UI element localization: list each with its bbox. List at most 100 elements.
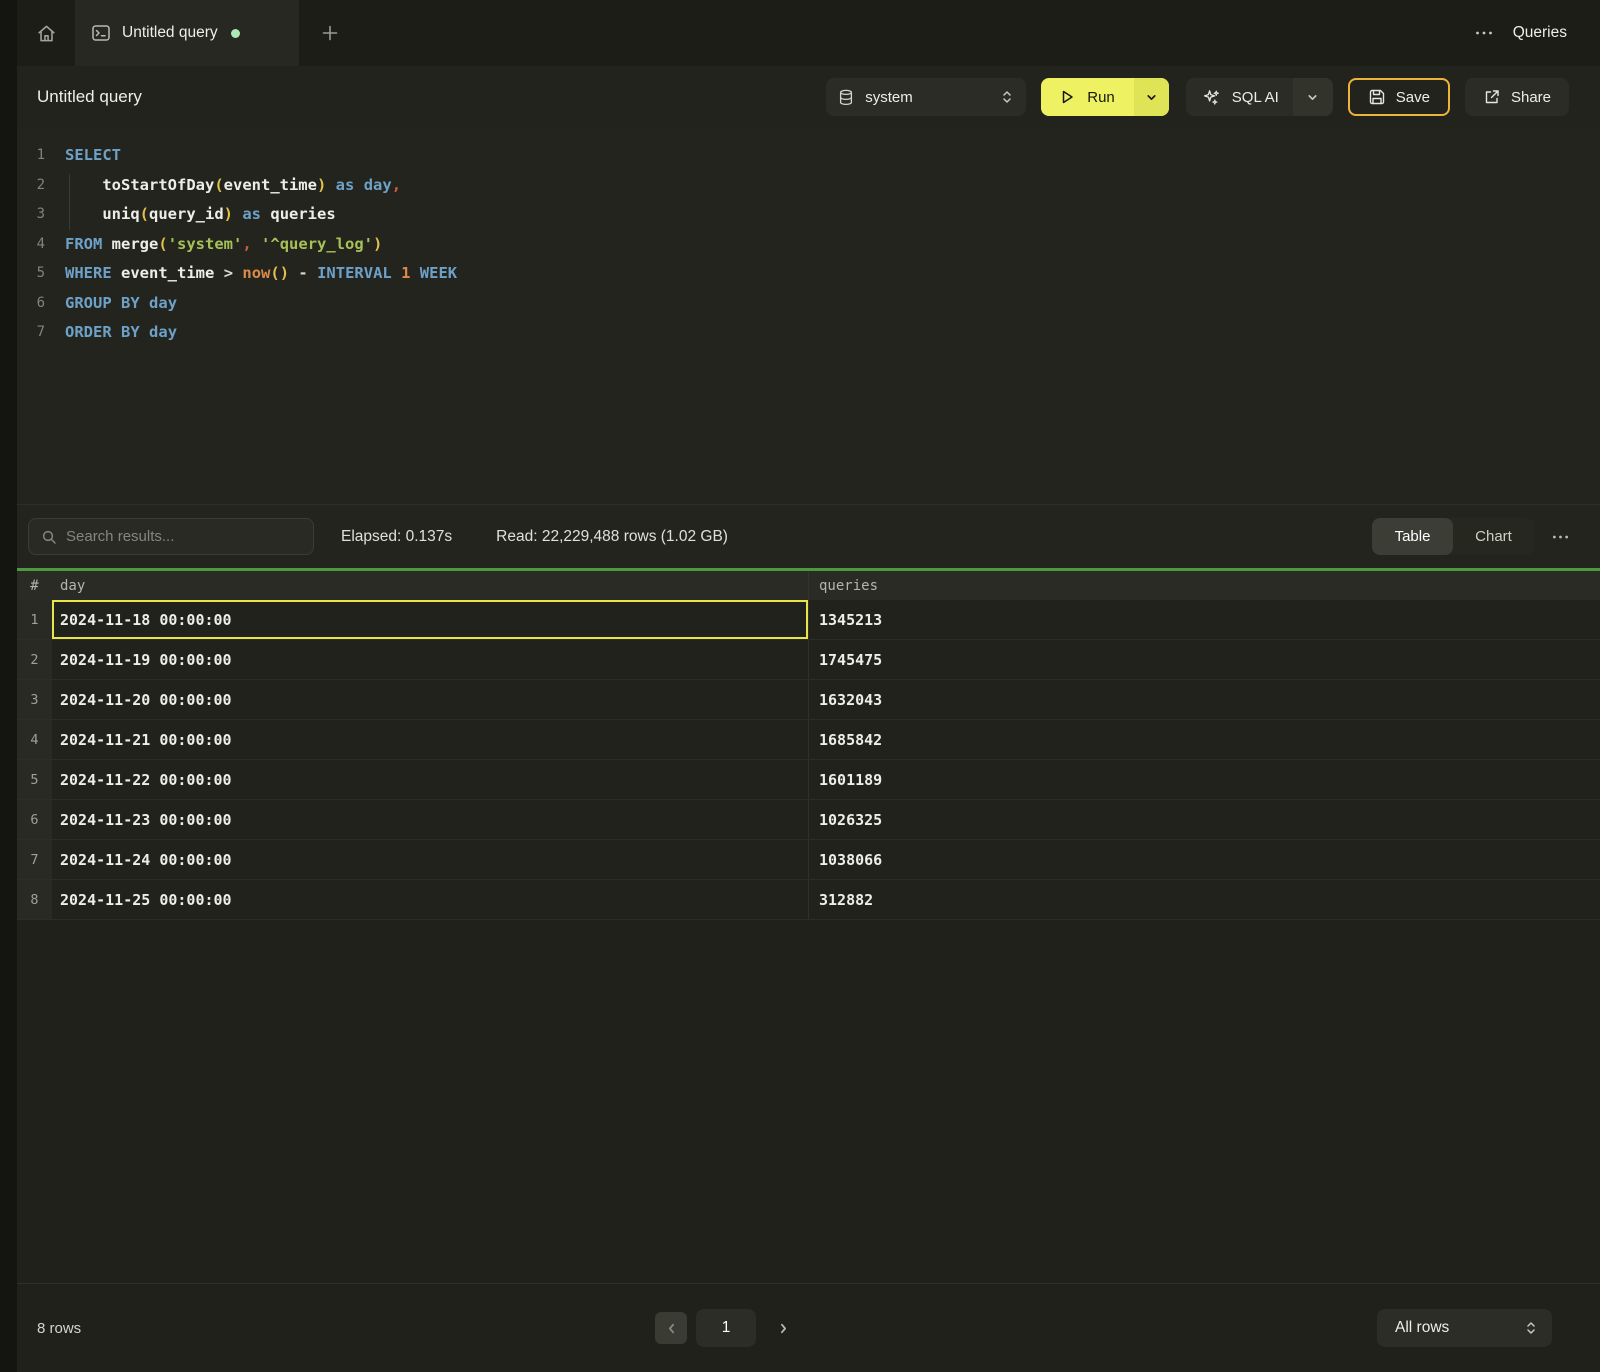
code-line[interactable]: 6GROUP BY day — [17, 289, 1600, 319]
search-icon — [41, 529, 57, 545]
code-line[interactable]: 3 uniq(query_id) as queries — [17, 200, 1600, 230]
terminal-icon — [91, 23, 111, 43]
line-number: 4 — [17, 230, 45, 260]
share-button[interactable]: Share — [1465, 78, 1569, 116]
home-button[interactable] — [17, 0, 75, 66]
run-button[interactable]: Run — [1041, 78, 1134, 116]
sql-editor[interactable]: 1SELECT2 toStartOfDay(event_time) as day… — [17, 128, 1600, 504]
row-index: 4 — [17, 720, 52, 759]
header-actions: system Run — [826, 78, 1569, 116]
tab-table-view[interactable]: Table — [1372, 518, 1453, 555]
tab-chart-view[interactable]: Chart — [1453, 518, 1534, 555]
search-box[interactable] — [28, 518, 314, 555]
cell-queries[interactable]: 1632043 — [808, 680, 1600, 719]
cell-day[interactable]: 2024-11-24 00:00:00 — [52, 840, 808, 879]
row-index: 2 — [17, 640, 52, 679]
code-text: SELECT — [45, 141, 121, 171]
table-row[interactable]: 12024-11-18 00:00:001345213 — [17, 600, 1600, 640]
database-selector[interactable]: system — [826, 78, 1026, 116]
cell-queries[interactable]: 1745475 — [808, 640, 1600, 679]
results-ellipsis-icon[interactable] — [1552, 534, 1569, 540]
play-icon — [1058, 88, 1076, 106]
table-row[interactable]: 42024-11-21 00:00:001685842 — [17, 720, 1600, 760]
pagination: 1 — [655, 1309, 798, 1347]
table-empty-area — [17, 920, 1600, 1283]
cell-queries[interactable]: 1345213 — [808, 600, 1600, 639]
line-number: 2 — [17, 171, 45, 201]
code-text: GROUP BY day — [45, 289, 177, 319]
results-footer: 8 rows 1 All rows — [17, 1283, 1600, 1372]
indent-guide — [69, 174, 70, 230]
database-value: system — [865, 89, 913, 106]
line-number: 6 — [17, 289, 45, 319]
code-line[interactable]: 4FROM merge('system', '^query_log') — [17, 230, 1600, 260]
tab-bar: Untitled query Queries — [17, 0, 1600, 66]
table-row[interactable]: 62024-11-23 00:00:001026325 — [17, 800, 1600, 840]
query-title: Untitled query — [37, 87, 142, 107]
code-line[interactable]: 7ORDER BY day — [17, 318, 1600, 348]
run-options-button[interactable] — [1134, 78, 1169, 116]
table-row[interactable]: 72024-11-24 00:00:001038066 — [17, 840, 1600, 880]
results-rows: 12024-11-18 00:00:00134521322024-11-19 0… — [17, 600, 1600, 920]
sql-console: Untitled query Queries Untitled query — [0, 0, 1600, 1372]
row-index: 7 — [17, 840, 52, 879]
line-number: 7 — [17, 318, 45, 348]
cell-day[interactable]: 2024-11-18 00:00:00 — [52, 600, 808, 639]
page-number-button[interactable]: 1 — [696, 1309, 756, 1347]
table-row[interactable]: 22024-11-19 00:00:001745475 — [17, 640, 1600, 680]
run-button-group: Run — [1041, 78, 1169, 116]
updown-icon — [1000, 89, 1014, 105]
cell-queries[interactable]: 312882 — [808, 880, 1600, 919]
row-index: 6 — [17, 800, 52, 839]
column-header-day[interactable]: day — [52, 578, 808, 594]
cell-queries[interactable]: 1038066 — [808, 840, 1600, 879]
code-text: uniq(query_id) as queries — [45, 200, 336, 230]
previous-page-button[interactable] — [655, 1312, 687, 1344]
save-button[interactable]: Save — [1348, 78, 1450, 116]
column-header-queries[interactable]: queries — [808, 571, 1600, 600]
code-text: ORDER BY day — [45, 318, 177, 348]
query-header: Untitled query system — [17, 66, 1600, 128]
tab-untitled-query[interactable]: Untitled query — [75, 0, 299, 66]
table-row[interactable]: 32024-11-20 00:00:001632043 — [17, 680, 1600, 720]
page-size-selector[interactable]: All rows — [1377, 1309, 1552, 1347]
line-number: 3 — [17, 200, 45, 230]
save-label: Save — [1396, 89, 1430, 106]
cell-day[interactable]: 2024-11-21 00:00:00 — [52, 720, 808, 759]
cell-queries[interactable]: 1685842 — [808, 720, 1600, 759]
search-input[interactable] — [66, 528, 301, 545]
code-line[interactable]: 1SELECT — [17, 141, 1600, 171]
cell-queries[interactable]: 1026325 — [808, 800, 1600, 839]
tabbar-ellipsis-icon[interactable] — [1475, 30, 1493, 36]
row-index: 5 — [17, 760, 52, 799]
table-row[interactable]: 52024-11-22 00:00:001601189 — [17, 760, 1600, 800]
cell-queries[interactable]: 1601189 — [808, 760, 1600, 799]
sql-ai-label: SQL AI — [1232, 89, 1279, 106]
row-index: 8 — [17, 880, 52, 919]
cell-day[interactable]: 2024-11-25 00:00:00 — [52, 880, 808, 919]
cell-day[interactable]: 2024-11-20 00:00:00 — [52, 680, 808, 719]
cell-day[interactable]: 2024-11-19 00:00:00 — [52, 640, 808, 679]
sql-ai-options-button[interactable] — [1293, 78, 1333, 116]
run-label: Run — [1087, 89, 1115, 106]
cell-day[interactable]: 2024-11-23 00:00:00 — [52, 800, 808, 839]
tabbar-right: Queries — [1457, 0, 1600, 66]
sql-ai-button[interactable]: SQL AI — [1186, 78, 1293, 116]
row-count: 8 rows — [37, 1320, 81, 1337]
tab-title: Untitled query — [122, 24, 218, 42]
row-index: 1 — [17, 600, 52, 639]
code-text: toStartOfDay(event_time) as day, — [45, 171, 401, 201]
code-line[interactable]: 2 toStartOfDay(event_time) as day, — [17, 171, 1600, 201]
new-tab-button[interactable] — [299, 0, 361, 66]
next-page-button[interactable] — [768, 1313, 798, 1343]
row-index: 3 — [17, 680, 52, 719]
cell-day[interactable]: 2024-11-22 00:00:00 — [52, 760, 808, 799]
queries-link[interactable]: Queries — [1513, 24, 1567, 42]
table-row[interactable]: 82024-11-25 00:00:00312882 — [17, 880, 1600, 920]
line-number: 5 — [17, 259, 45, 289]
code-line[interactable]: 5WHERE event_time > now() - INTERVAL 1 W… — [17, 259, 1600, 289]
code-text: WHERE event_time > now() - INTERVAL 1 WE… — [45, 259, 457, 289]
unsaved-dot — [231, 29, 240, 38]
database-icon — [838, 89, 854, 106]
external-link-icon — [1483, 88, 1501, 106]
